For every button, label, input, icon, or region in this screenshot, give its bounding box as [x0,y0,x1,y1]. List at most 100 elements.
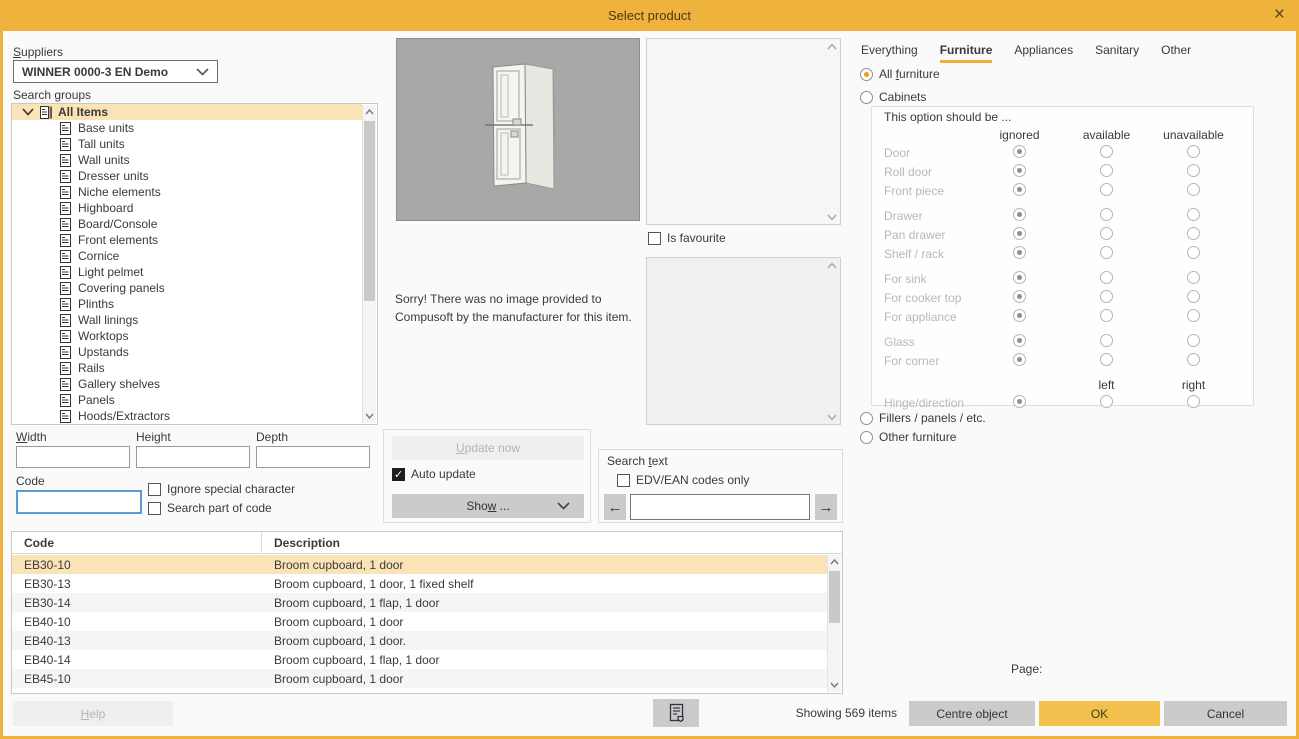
radio-selected-icon[interactable] [1013,334,1026,347]
centre-object-button[interactable]: Centre object [909,701,1035,726]
auto-update-checkbox[interactable]: Auto update [392,467,476,481]
radio-icon[interactable] [1100,208,1113,221]
scroll-down-icon[interactable] [825,210,838,224]
results-scrollbar[interactable] [827,555,841,692]
tree-item-base-units[interactable]: Base units [12,120,362,136]
tab-other[interactable]: Other [1161,43,1191,63]
tree-item-tall-units[interactable]: Tall units [12,136,362,152]
radio-icon[interactable] [1100,164,1113,177]
scroll-up-icon[interactable] [828,555,841,569]
search-text-input[interactable] [630,494,810,520]
checkbox-checked-icon[interactable] [392,468,405,481]
edv-ean-checkbox[interactable]: EDV/EAN codes only [617,473,749,487]
search-prev-button[interactable]: ← [604,494,626,520]
tree-scroll-thumb[interactable] [364,121,375,301]
radio-icon[interactable] [1100,290,1113,303]
radio-selected-icon[interactable] [1013,309,1026,322]
code-input[interactable] [16,490,142,514]
scroll-up-icon[interactable] [825,39,838,53]
radio-icon[interactable] [1187,395,1200,408]
radio-icon[interactable] [1100,183,1113,196]
radio-selected-icon[interactable] [1013,145,1026,158]
radio-icon[interactable] [1187,227,1200,240]
product-info-button[interactable] [653,699,699,727]
tree-item-plinths[interactable]: Plinths [12,296,362,312]
radio-selected-icon[interactable] [1013,395,1026,408]
radio-icon[interactable] [1187,208,1200,221]
search-next-button[interactable]: → [815,494,837,520]
checkbox-icon[interactable] [148,502,161,515]
tree-item-cornice[interactable]: Cornice [12,248,362,264]
radio-icon[interactable] [1100,246,1113,259]
tab-sanitary[interactable]: Sanitary [1095,43,1139,63]
radio-icon[interactable] [1187,183,1200,196]
radio-selected-icon[interactable] [1013,290,1026,303]
is-favourite-checkbox[interactable]: Is favourite [648,231,726,245]
radio-icon[interactable] [1187,334,1200,347]
scroll-down-icon[interactable] [363,409,376,423]
ignore-special-checkbox[interactable]: Ignore special character [148,482,295,496]
radio-icon[interactable] [1187,145,1200,158]
table-row[interactable]: EB40-14Broom cupboard, 1 flap, 1 door [12,650,827,669]
checkbox-icon[interactable] [648,232,661,245]
tree-item-all-items[interactable]: All Items [12,104,362,120]
other-furniture-radio[interactable]: Other furniture [860,430,956,444]
table-row[interactable]: EB45-10Broom cupboard, 1 door [12,669,827,688]
results-scroll-thumb[interactable] [829,571,840,623]
ok-button[interactable]: OK [1039,701,1160,726]
radio-icon[interactable] [1100,227,1113,240]
tree-item-hoods-extractors[interactable]: Hoods/Extractors [12,408,362,424]
scroll-up-icon[interactable] [363,105,376,119]
checkbox-icon[interactable] [617,474,630,487]
radio-selected-icon[interactable] [1013,246,1026,259]
table-row[interactable]: EB45-13Broom cupboard, 1 door, 1 fixed s… [12,688,827,693]
tree-item-highboard[interactable]: Highboard [12,200,362,216]
tab-everything[interactable]: Everything [861,43,918,63]
table-row[interactable]: EB40-10Broom cupboard, 1 door [12,612,827,631]
radio-icon[interactable] [1187,164,1200,177]
radio-selected-icon[interactable] [1013,227,1026,240]
radio-icon[interactable] [860,431,873,444]
close-icon[interactable]: × [1274,3,1285,27]
help-button[interactable]: Help [13,701,173,726]
radio-selected-icon[interactable] [1013,208,1026,221]
tree-item-dresser-units[interactable]: Dresser units [12,168,362,184]
radio-icon[interactable] [860,412,873,425]
radio-selected-icon[interactable] [1013,164,1026,177]
table-row[interactable]: EB30-10Broom cupboard, 1 door [12,555,827,574]
radio-icon[interactable] [1187,271,1200,284]
radio-selected-icon[interactable] [1013,353,1026,366]
width-input[interactable] [16,446,130,468]
cabinets-radio[interactable]: Cabinets [860,90,926,104]
radio-selected-icon[interactable] [860,68,873,81]
tab-appliances[interactable]: Appliances [1014,43,1073,63]
radio-icon[interactable] [1187,309,1200,322]
depth-input[interactable] [256,446,370,468]
tree-item-wall-units[interactable]: Wall units [12,152,362,168]
radio-selected-icon[interactable] [1013,183,1026,196]
fillers-radio[interactable]: Fillers / panels / etc. [860,411,986,425]
tree-item-front-elements[interactable]: Front elements [12,232,362,248]
radio-icon[interactable] [1187,246,1200,259]
tree-item-gallery-shelves[interactable]: Gallery shelves [12,376,362,392]
cancel-button[interactable]: Cancel [1164,701,1287,726]
tree-item-niche-elements[interactable]: Niche elements [12,184,362,200]
update-now-button[interactable]: Update now [392,436,584,460]
tree-scrollbar[interactable] [362,105,376,423]
tab-furniture[interactable]: Furniture [940,43,993,63]
radio-icon[interactable] [1187,353,1200,366]
show-button[interactable]: Show ... [392,494,584,518]
tree-item-panels[interactable]: Panels [12,392,362,408]
radio-icon[interactable] [1100,145,1113,158]
scroll-down-icon[interactable] [828,678,841,692]
suppliers-dropdown[interactable]: WINNER 0000-3 EN Demo [13,60,218,83]
radio-icon[interactable] [1100,395,1113,408]
scroll-down-icon[interactable] [825,410,838,424]
search-part-checkbox[interactable]: Search part of code [148,501,272,515]
radio-icon[interactable] [1100,334,1113,347]
tree-item-board-console[interactable]: Board/Console [12,216,362,232]
radio-icon[interactable] [1187,290,1200,303]
radio-icon[interactable] [1100,353,1113,366]
tree-item-wall-linings[interactable]: Wall linings [12,312,362,328]
tree-item-upstands[interactable]: Upstands [12,344,362,360]
